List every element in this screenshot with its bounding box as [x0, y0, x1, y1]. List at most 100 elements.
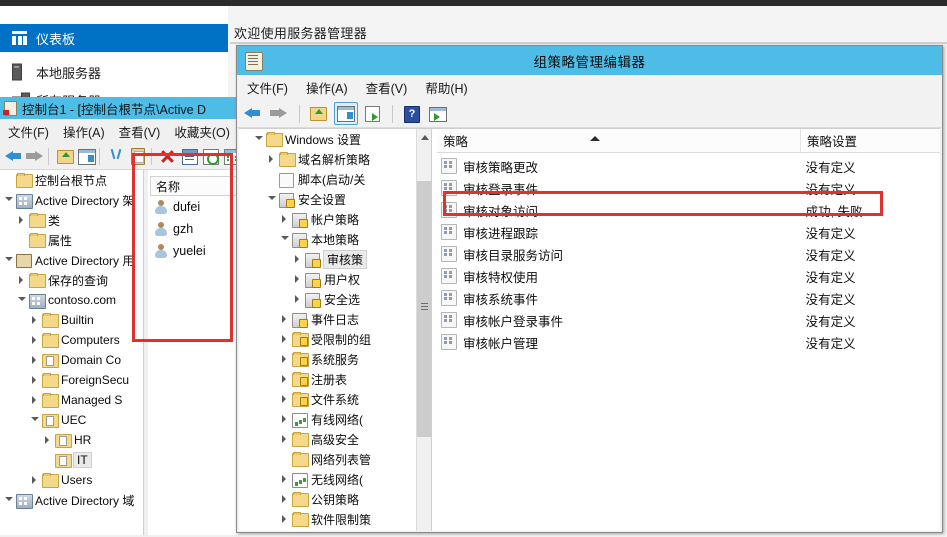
sidebar-item-dashboard[interactable]: 仪表板 [0, 24, 228, 52]
chevron-right-icon[interactable] [30, 375, 40, 385]
tree-item[interactable]: 有线网络( [239, 409, 416, 429]
chevron-right-icon[interactable] [280, 514, 290, 524]
tree-item[interactable]: 安全选 [239, 289, 416, 309]
tree-item[interactable]: 公钥策略 [239, 489, 416, 509]
chevron-right-icon[interactable] [280, 494, 290, 504]
tree-item[interactable]: 控制台根节点 [0, 170, 143, 190]
chevron-right-icon[interactable] [280, 414, 290, 424]
chevron-right-icon[interactable] [43, 435, 53, 445]
chevron-right-icon[interactable] [293, 294, 303, 304]
chevron-right-icon[interactable] [280, 314, 290, 324]
chevron-right-icon[interactable] [280, 474, 290, 484]
tree-item[interactable]: UEC [0, 410, 143, 430]
tree-item[interactable]: ForeignSecu [0, 370, 143, 390]
menu-file[interactable]: 文件(F) [247, 78, 288, 97]
tree-item[interactable]: 无线网络( [239, 469, 416, 489]
menu-file[interactable]: 文件(F) [8, 122, 49, 141]
tree-item[interactable]: 帐户策略 [239, 209, 416, 229]
tree-item[interactable]: IT [0, 450, 143, 470]
forward-icon[interactable] [269, 103, 291, 124]
menu-favorites[interactable]: 收藏夹(O) [174, 122, 230, 141]
chevron-right-icon[interactable] [30, 475, 40, 485]
chevron-right-icon[interactable] [293, 254, 303, 264]
export-list-icon[interactable] [362, 103, 384, 124]
chevron-down-icon[interactable] [30, 415, 40, 425]
chevron-right-icon[interactable] [17, 275, 27, 285]
sidebar-item-local-server[interactable]: 本地服务器 [0, 58, 228, 86]
table-row[interactable]: 审核特权使用 没有定义 [437, 265, 940, 287]
show-contents-icon[interactable] [427, 103, 449, 124]
tree-item[interactable]: 本地策略 [239, 229, 416, 249]
tree-item[interactable]: 高级安全 [239, 429, 416, 449]
gpo-tree-scrollbar[interactable] [416, 129, 432, 531]
tree-item[interactable]: 软件限制策 [239, 509, 416, 529]
chevron-right-icon[interactable] [293, 274, 303, 284]
paste-icon[interactable] [127, 146, 146, 166]
table-row[interactable]: 审核登录事件 没有定义 [437, 177, 940, 199]
list-item[interactable]: gzh [148, 218, 240, 240]
chevron-right-icon[interactable] [267, 154, 277, 164]
tree-item[interactable]: HR [0, 430, 143, 450]
tree-item[interactable]: 审核策 [239, 249, 416, 269]
chevron-right-icon[interactable] [30, 315, 40, 325]
table-row[interactable]: 审核策略更改 没有定义 [437, 155, 940, 177]
mmc-tree-panel[interactable]: 控制台根节点 Active Directory 架类属性 Active Direct… [0, 170, 143, 535]
show-hide-panes-icon[interactable] [334, 102, 358, 125]
table-row[interactable]: 审核帐户登录事件 没有定义 [437, 309, 940, 331]
chevron-right-icon[interactable] [280, 374, 290, 384]
tree-item[interactable]: 脚本(启动/关 [239, 169, 416, 189]
tree-item[interactable]: Active Directory 用 [0, 250, 143, 270]
cut-icon[interactable] [106, 146, 123, 166]
tree-item[interactable]: 文件系统 [239, 389, 416, 409]
menu-action[interactable]: 操作(A) [306, 78, 348, 97]
column-header-setting[interactable]: 策略设置 [801, 129, 940, 153]
chevron-right-icon[interactable] [280, 354, 290, 364]
column-header-name[interactable]: 名称 [150, 176, 238, 196]
chevron-right-icon[interactable] [280, 334, 290, 344]
back-icon[interactable] [243, 103, 265, 124]
mmc-title-bar[interactable]: 控制台1 - [控制台根节点\Active D [0, 97, 240, 119]
show-hide-panes-icon[interactable] [76, 146, 97, 166]
chevron-down-icon[interactable] [267, 194, 277, 204]
chevron-right-icon[interactable] [280, 214, 290, 224]
tree-item[interactable]: contoso.com [0, 290, 143, 310]
tree-item[interactable]: Computers [0, 330, 143, 350]
chevron-right-icon[interactable] [30, 355, 40, 365]
tree-item[interactable]: Active Directory 架 [0, 190, 143, 210]
tree-item[interactable]: 安全设置 [239, 189, 416, 209]
chevron-down-icon[interactable] [17, 295, 27, 305]
tree-item[interactable]: Users [0, 470, 143, 490]
refresh-icon[interactable] [200, 146, 219, 166]
gpo-tree-panel[interactable]: Windows 设置 域名解析策略 脚本(启动/关 安全设置 帐户策略 本地策略 审核策 用户… [239, 129, 416, 531]
chevron-right-icon[interactable] [30, 335, 40, 345]
table-row[interactable]: 审核进程跟踪 没有定义 [437, 221, 940, 243]
tree-item[interactable]: 系统服务 [239, 349, 416, 369]
chevron-right-icon[interactable] [280, 394, 290, 404]
menu-help[interactable]: 帮助(H) [425, 78, 467, 97]
menu-view[interactable]: 查看(V) [119, 122, 161, 141]
gpo-policy-list[interactable]: 策略 策略设置 审核策略更改 没有定义 审核登录事件 没有定义 审核对象访问 成功, 失败… [437, 129, 940, 531]
properties-icon[interactable] [179, 146, 198, 166]
table-row[interactable]: 审核系统事件 没有定义 [437, 287, 940, 309]
delete-icon[interactable] [157, 146, 174, 166]
menu-action[interactable]: 操作(A) [63, 122, 105, 141]
table-row[interactable]: 审核对象访问 成功, 失败 [437, 199, 940, 221]
chevron-down-icon[interactable] [254, 134, 264, 144]
tree-item[interactable]: 用户权 [239, 269, 416, 289]
scroll-up-arrow-icon[interactable] [417, 129, 432, 144]
tree-item[interactable]: 域名解析策略 [239, 149, 416, 169]
help-icon[interactable]: ? [401, 103, 423, 124]
tree-item[interactable]: 网络列表管 [239, 449, 416, 469]
tree-item[interactable]: Domain Co [0, 350, 143, 370]
chevron-right-icon[interactable] [280, 434, 290, 444]
chevron-down-icon[interactable] [4, 255, 14, 265]
column-header-policy[interactable]: 策略 [437, 129, 801, 153]
tree-item[interactable]: 类 [0, 210, 143, 230]
tree-item[interactable]: Builtin [0, 310, 143, 330]
list-item[interactable]: yuelei [148, 240, 240, 262]
back-icon[interactable] [4, 146, 21, 166]
tree-item[interactable]: Windows 设置 [239, 129, 416, 149]
up-folder-icon[interactable] [55, 146, 75, 166]
chevron-right-icon[interactable] [17, 215, 27, 225]
forward-icon[interactable] [25, 146, 44, 166]
